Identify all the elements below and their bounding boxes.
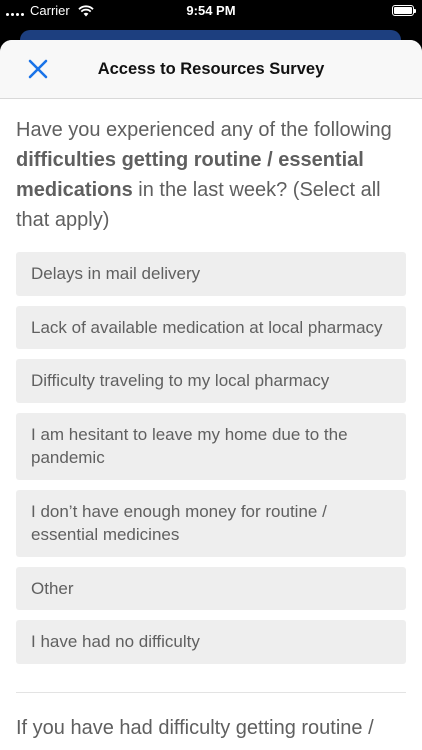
option-no-difficulty[interactable]: I have had no difficulty	[16, 620, 406, 664]
option-mail-delay[interactable]: Delays in mail delivery	[16, 252, 406, 296]
answer-options: Delays in mail delivery Lack of availabl…	[16, 252, 406, 664]
question-prefix: Have you experienced any of the followin…	[16, 119, 392, 141]
option-not-enough-money[interactable]: I don’t have enough money for routine / …	[16, 489, 406, 557]
survey-content: Have you experienced any of the followin…	[0, 99, 422, 743]
survey-sheet: Access to Resources Survey Have you expe…	[0, 40, 422, 750]
question-text: Have you experienced any of the followin…	[16, 115, 406, 235]
divider	[16, 691, 406, 693]
page-title: Access to Resources Survey	[97, 60, 325, 78]
battery-icon	[392, 5, 416, 16]
status-time: 9:54 PM	[186, 3, 236, 18]
option-other[interactable]: Other	[16, 566, 406, 610]
nav-bar: Access to Resources Survey	[0, 40, 422, 99]
option-hesitant-to-leave[interactable]: I am hesitant to leave my home due to th…	[16, 412, 406, 480]
option-difficulty-traveling[interactable]: Difficulty traveling to my local pharmac…	[16, 359, 406, 403]
next-question-text: If you have had difficulty getting routi…	[16, 716, 374, 739]
status-bar: Carrier 9:54 PM	[0, 0, 422, 22]
option-no-medication-available[interactable]: Lack of available medication at local ph…	[16, 305, 406, 349]
